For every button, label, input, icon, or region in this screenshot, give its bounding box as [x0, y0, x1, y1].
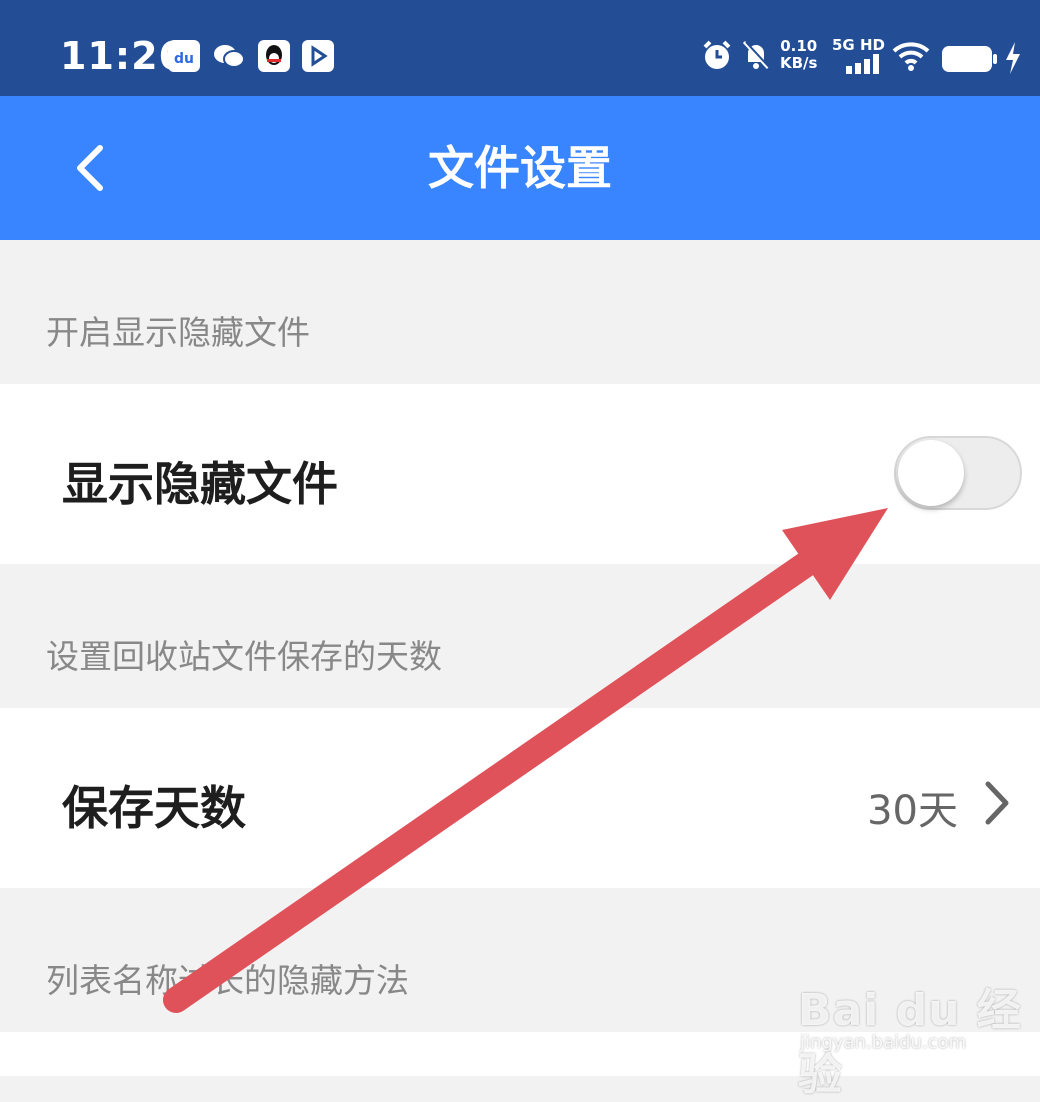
alarm-icon — [703, 40, 731, 69]
network-label: 5G HD — [832, 36, 885, 54]
show-hidden-files-row[interactable]: 显示隐藏文件 — [0, 384, 1040, 564]
qq-icon — [258, 40, 290, 72]
section-header-label: 设置回收站文件保存的天数 — [46, 637, 442, 676]
chevron-left-icon[interactable] — [60, 136, 124, 200]
watermark-url: jingyan.baidu.com — [800, 1032, 967, 1053]
battery-icon — [942, 46, 997, 72]
svg-text:du: du — [174, 51, 194, 67]
mute-icon — [742, 40, 771, 70]
wifi-icon — [892, 42, 930, 71]
section-header-hidden-files: 开启显示隐藏文件 — [0, 240, 1040, 384]
net-speed-unit: KB/s — [780, 54, 818, 72]
chevron-right-icon — [985, 781, 1009, 825]
section-header-label: 列表名称过长的隐藏方法 — [46, 961, 409, 1000]
save-days-label: 保存天数 — [62, 781, 246, 835]
charging-icon — [1006, 42, 1020, 74]
save-days-value: 30天 — [867, 788, 958, 834]
show-hidden-files-toggle[interactable] — [894, 436, 1022, 510]
wechat-icon — [212, 40, 245, 72]
page-title: 文件设置 — [428, 141, 612, 195]
baidu-app-icon: du — [168, 40, 200, 72]
section-header-recycle-days: 设置回收站文件保存的天数 — [0, 564, 1040, 708]
signal-icon — [846, 54, 879, 74]
save-days-row[interactable]: 保存天数 30天 — [0, 708, 1040, 888]
title-bar: 文件设置 — [0, 96, 1040, 240]
baidu-jingyan-watermark: Bai du 经验 jingyan.baidu.com — [798, 958, 1034, 1100]
toggle-knob — [898, 440, 964, 506]
section-header-label: 开启显示隐藏文件 — [46, 313, 310, 352]
net-speed-value: 0.10 — [780, 37, 818, 55]
video-app-icon — [302, 40, 334, 72]
status-bar: 11:26 du 0.10 KB/s 5G HD — [0, 0, 1040, 96]
show-hidden-files-label: 显示隐藏文件 — [62, 457, 338, 511]
net-speed: 0.10 KB/s — [780, 38, 817, 72]
